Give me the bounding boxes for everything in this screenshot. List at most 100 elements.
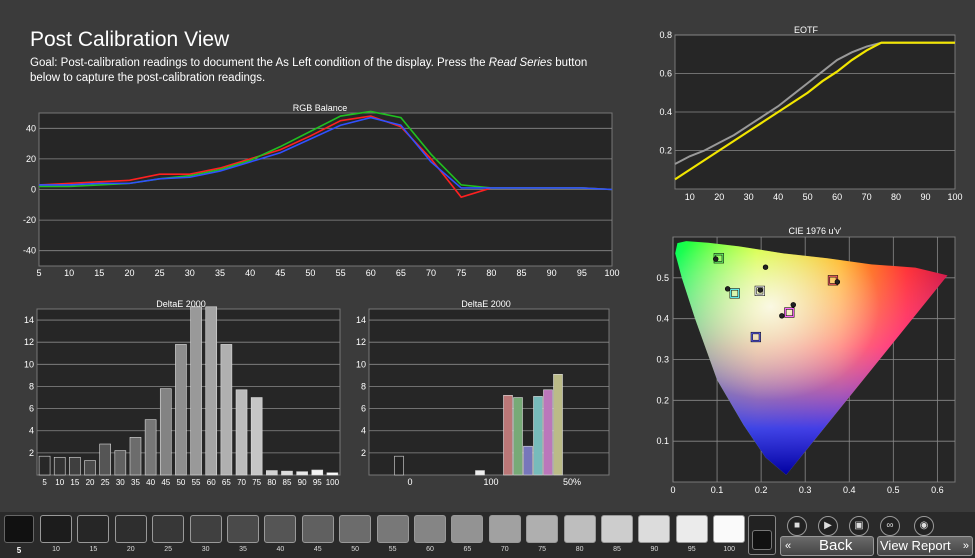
cie-measured-point [724, 286, 731, 292]
de1-bar [129, 437, 142, 476]
eotf-ytick: 0.6 [659, 69, 672, 79]
stop-icon[interactable]: ■ [787, 516, 807, 536]
de1-bar [235, 389, 248, 476]
swatch-60[interactable] [414, 515, 446, 543]
swatch-label: 20 [126, 546, 135, 553]
rgb-xtick: 45 [275, 268, 285, 278]
eotf-xtick: 30 [744, 192, 754, 202]
rgb-xtick: 50 [305, 268, 315, 278]
cie-measured-point [757, 287, 763, 293]
de1-xtick: 85 [283, 478, 292, 487]
rgb-ytick: 0 [31, 185, 36, 195]
swatch-40[interactable] [264, 515, 297, 543]
rgb-balance-title: RGB Balance [293, 103, 348, 113]
swatch-label: 65 [463, 546, 472, 553]
de2-ytick: 14 [356, 315, 366, 325]
cie-title: CIE 1976 u'v' [789, 226, 842, 236]
swatch-75[interactable] [526, 515, 559, 543]
rgb-xtick: 40 [245, 268, 255, 278]
cie-xtick: 0 [670, 485, 675, 495]
swatch-label: 95 [687, 546, 696, 553]
settings-icon[interactable]: ◉ [914, 516, 934, 536]
de2-bar [523, 445, 533, 476]
swatch-35[interactable] [227, 515, 259, 543]
swatch-label: 25 [164, 546, 173, 553]
page-title: Post Calibration View [30, 28, 230, 51]
rgb-xtick: 35 [215, 268, 225, 278]
swatch-20[interactable] [114, 515, 147, 543]
de1-xtick: 35 [131, 478, 140, 487]
play-icon[interactable]: ▶ [818, 516, 838, 536]
save-icon[interactable]: ▣ [849, 516, 869, 536]
cie-xtick: 0.5 [887, 485, 900, 495]
de2-bar [503, 395, 513, 476]
eotf-title: EOTF [794, 25, 819, 35]
cie-xtick: 0.4 [843, 485, 856, 495]
eotf-ytick: 0.4 [659, 107, 672, 117]
de1-bar [99, 443, 111, 476]
cie-measured-point [713, 256, 719, 262]
swatch-65[interactable] [451, 515, 484, 543]
deltae-title-2: DeltaE 2000 [461, 299, 511, 309]
swatch-30[interactable] [189, 515, 222, 543]
swatch-45[interactable] [301, 515, 334, 543]
rgb-xtick: 95 [577, 268, 587, 278]
cie-xtick: 0.1 [711, 485, 724, 495]
de1-xtick: 60 [207, 478, 216, 487]
back-arrow-icon: « [785, 540, 792, 552]
de1-xtick: 20 [86, 478, 95, 487]
goal-prefix: Goal: Post-calibration readings to docum… [30, 57, 489, 69]
cie-measured-point [790, 302, 796, 308]
swatch-100[interactable] [713, 515, 746, 543]
swatch-80[interactable] [563, 515, 596, 543]
goal-text: Goal: Post-calibration readings to docum… [30, 56, 605, 86]
view-report-label: View Report [880, 538, 951, 553]
de1-bar [53, 456, 66, 476]
swatch-55[interactable] [376, 515, 409, 543]
deltae-chart-colors: DeltaE 2000 14 12 10 8 6 4 2 0 100 50% [356, 299, 610, 487]
de1-xtick: 55 [192, 478, 201, 487]
swatch-label: 100 [723, 546, 736, 553]
swatch-10[interactable] [40, 515, 72, 543]
de1-bar [175, 344, 187, 476]
selected-swatch-label: 5 [16, 546, 22, 555]
swatch-95[interactable] [675, 515, 708, 543]
de2-ytick: 6 [361, 404, 366, 414]
forward-arrow-icon: » [962, 540, 969, 552]
swatch-label: 90 [650, 546, 659, 553]
de1-bar [69, 456, 81, 476]
de1-xtick: 5 [42, 478, 47, 487]
view-report-button[interactable]: View Report » [877, 536, 973, 556]
swatch-70[interactable] [488, 515, 521, 543]
de1-xtick: 100 [326, 478, 340, 487]
de1-bar [311, 469, 324, 476]
swatch-90[interactable] [638, 515, 671, 543]
loop-icon[interactable]: ∞ [880, 516, 900, 536]
de1-bar [38, 455, 51, 476]
eotf-xtick: 70 [862, 192, 872, 202]
swatch-label: 30 [201, 546, 210, 553]
de1-ytick: 8 [29, 381, 34, 391]
cie-measured-point [834, 279, 841, 285]
rgb-xtick: 75 [456, 268, 466, 278]
de2-xtick: 50% [563, 477, 581, 487]
back-button[interactable]: « Back [780, 536, 874, 556]
de2-ytick: 10 [356, 359, 366, 369]
cie-measured-point [779, 313, 785, 319]
swatch-label: 10 [52, 546, 60, 553]
swatch-85[interactable] [601, 515, 633, 543]
de1-bar [250, 397, 263, 476]
de1-xtick: 45 [161, 478, 170, 487]
rgb-xtick: 5 [36, 268, 41, 278]
swatch-50[interactable] [339, 515, 372, 543]
swatch-25[interactable] [152, 515, 185, 543]
goal-italic: Read Series [488, 57, 553, 69]
swatch-15[interactable] [77, 515, 110, 543]
de2-ytick: 2 [361, 448, 366, 458]
de2-ytick: 8 [361, 381, 366, 391]
swatch-selected[interactable] [4, 515, 34, 543]
de1-plot-area [36, 308, 341, 476]
cie-ytick: 0.4 [656, 314, 669, 324]
de1-ytick: 2 [29, 448, 34, 458]
de1-ytick: 4 [29, 426, 34, 436]
